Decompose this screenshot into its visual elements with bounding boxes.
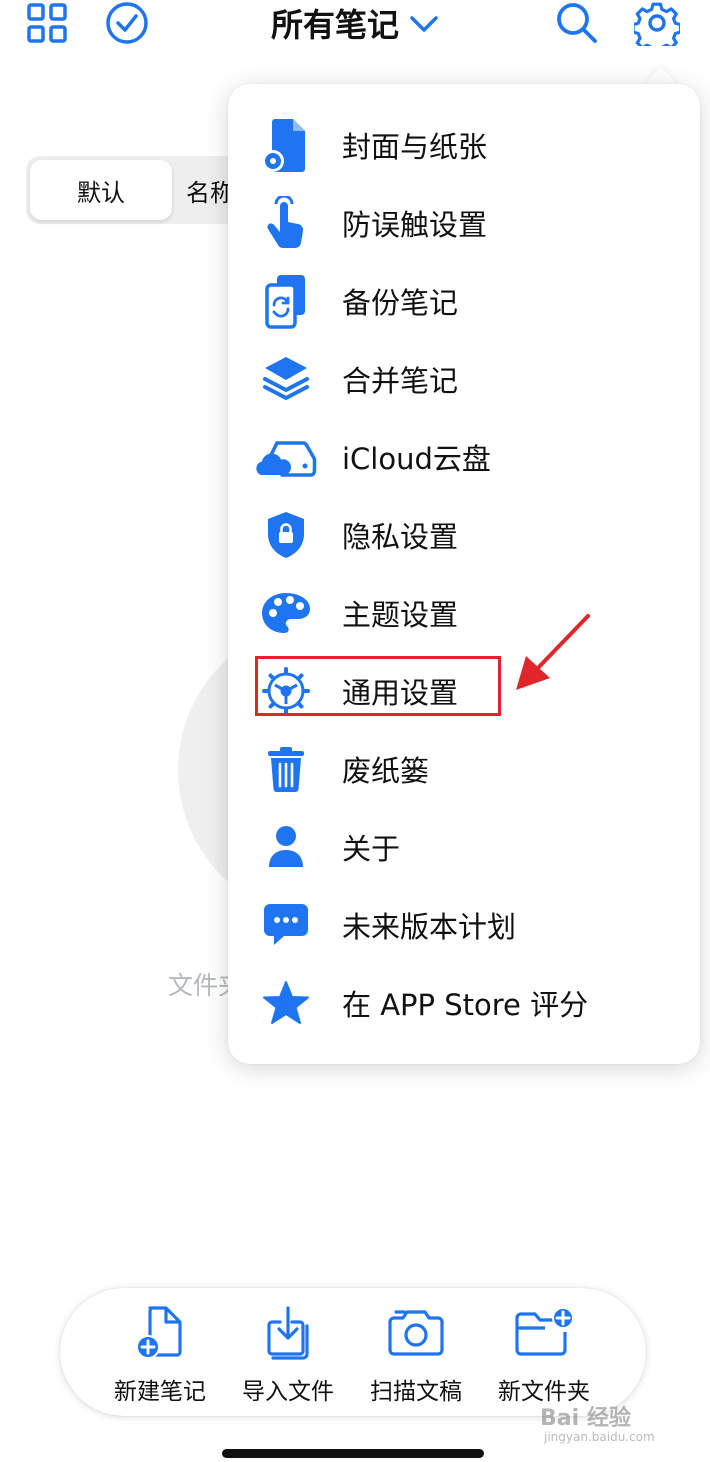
watermark-url: jingyan.baidu.com	[544, 1430, 655, 1444]
top-bar: 所有笔记	[0, 0, 710, 50]
home-indicator[interactable]	[222, 1449, 484, 1458]
sort-name-segment[interactable]: 名称	[186, 160, 234, 220]
menu-item-label: 备份笔记	[342, 286, 459, 320]
screen: 所有笔记 默认 名称 文件夹 封面与纸张 防误触设置 备份笔记 合并笔记 iCl…	[0, 0, 710, 1462]
menu-item-privacy[interactable]: 隐私设置	[228, 496, 700, 574]
menu-item-label: 合并笔记	[342, 364, 459, 398]
import-icon	[224, 1304, 352, 1360]
menu-item-label: 未来版本计划	[342, 910, 517, 944]
menu-item-about[interactable]: 关于	[228, 808, 700, 886]
menu-item-label: 废纸篓	[342, 754, 430, 788]
menu-item-trash[interactable]: 废纸篓	[228, 730, 700, 808]
sort-default-segment[interactable]: 默认	[30, 160, 172, 220]
document-gear-icon	[254, 114, 318, 176]
menu-item-label: 在 APP Store 评分	[342, 988, 589, 1022]
annotation-arrow-icon	[516, 614, 590, 690]
menu-item-rate-app[interactable]: 在 APP Store 评分	[228, 964, 700, 1042]
import-file-button[interactable]: 导入文件	[224, 1288, 352, 1416]
menu-item-label: 隐私设置	[342, 520, 459, 554]
import-file-label: 导入文件	[242, 1379, 334, 1405]
new-folder-button[interactable]: 新文件夹	[480, 1288, 608, 1416]
page-title: 所有笔记	[270, 6, 399, 44]
lock-shield-icon	[254, 504, 318, 566]
hand-tap-icon	[254, 192, 318, 254]
menu-item-icloud[interactable]: iCloud云盘	[228, 418, 700, 496]
scan-document-button[interactable]: 扫描文稿	[352, 1288, 480, 1416]
chat-bubble-icon	[254, 894, 318, 956]
settings-menu: 封面与纸张 防误触设置 备份笔记 合并笔记 iCloud云盘 隐私设置 主题设置…	[228, 84, 700, 1064]
menu-item-label: iCloud云盘	[342, 442, 491, 476]
new-note-icon	[96, 1304, 224, 1360]
menu-item-backup[interactable]: 备份笔记	[228, 262, 700, 340]
backup-sync-icon	[254, 270, 318, 332]
star-icon	[254, 972, 318, 1034]
search-icon	[557, 3, 597, 43]
chevron-down-icon	[410, 16, 438, 32]
layers-icon	[254, 348, 318, 410]
menu-item-theme[interactable]: 主题设置	[228, 574, 700, 652]
new-note-button[interactable]: 新建笔记	[96, 1288, 224, 1416]
menu-item-touch-protection[interactable]: 防误触设置	[228, 184, 700, 262]
settings-button[interactable]	[634, 0, 680, 46]
menu-item-label: 主题设置	[342, 598, 459, 632]
menu-pointer	[643, 66, 679, 86]
scan-document-label: 扫描文稿	[370, 1379, 462, 1405]
gear-icon	[634, 2, 680, 46]
highlight-box	[255, 656, 501, 716]
trash-icon	[254, 738, 318, 800]
bottom-toolbar: 新建笔记 导入文件 扫描文稿 新文件夹	[60, 1288, 646, 1416]
icloud-drive-icon	[254, 426, 318, 488]
new-folder-icon	[480, 1304, 608, 1360]
menu-item-cover-paper[interactable]: 封面与纸张	[228, 106, 700, 184]
new-note-label: 新建笔记	[114, 1379, 206, 1405]
camera-icon	[352, 1304, 480, 1360]
person-icon	[254, 816, 318, 878]
folder-title-dropdown[interactable]: 所有笔记	[0, 0, 710, 46]
menu-item-label: 封面与纸张	[342, 130, 488, 164]
menu-item-label: 防误触设置	[342, 208, 488, 242]
menu-item-label: 关于	[342, 832, 401, 866]
menu-item-roadmap[interactable]: 未来版本计划	[228, 886, 700, 964]
search-button[interactable]	[554, 0, 600, 46]
menu-item-merge[interactable]: 合并笔记	[228, 340, 700, 418]
watermark-logo: Bai 经验	[540, 1406, 631, 1431]
palette-icon	[254, 582, 318, 644]
